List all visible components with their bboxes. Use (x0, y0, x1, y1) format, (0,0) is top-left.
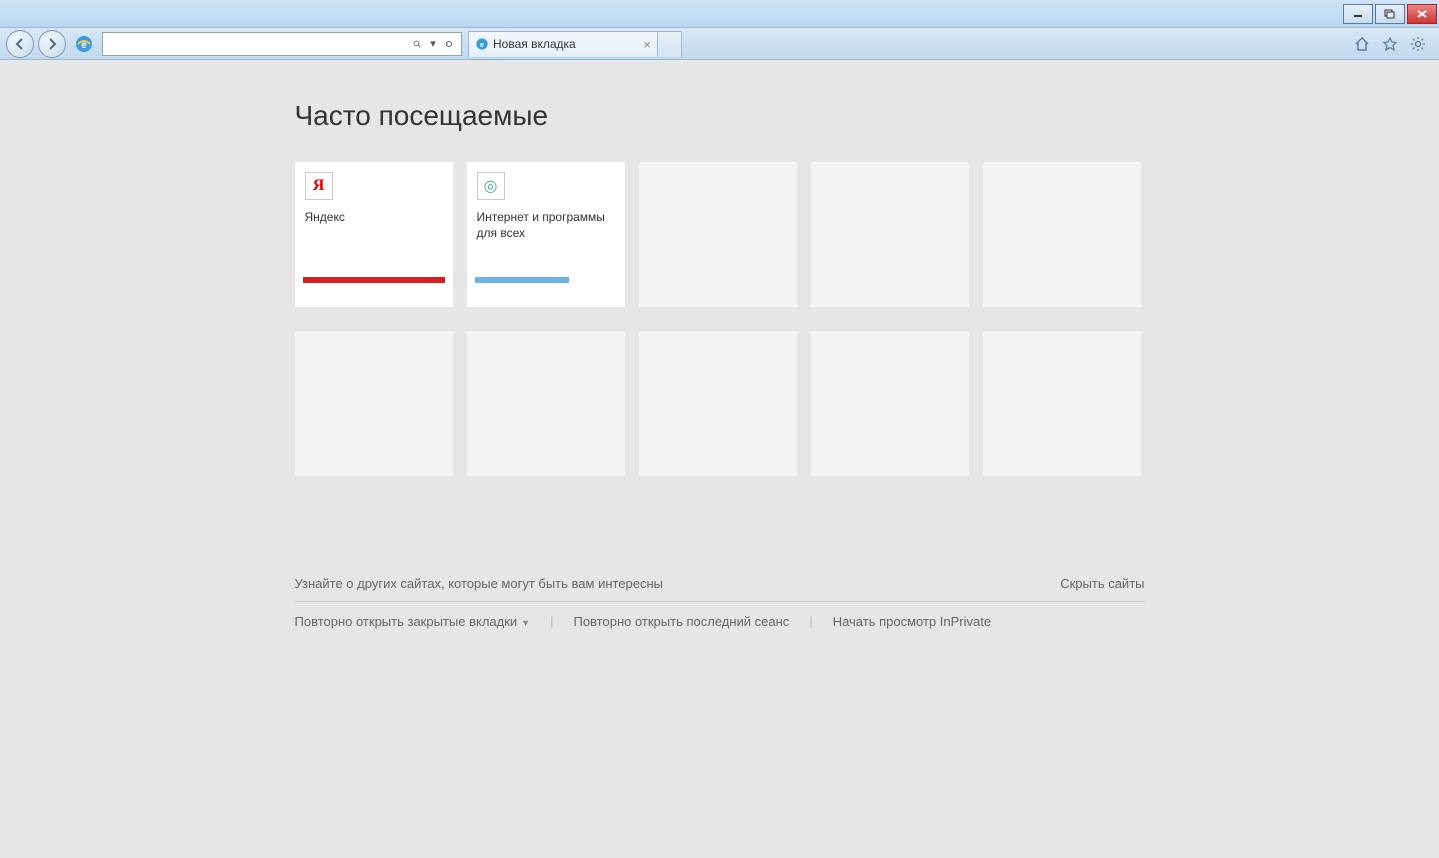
site-tile-empty[interactable] (811, 331, 969, 476)
ie-logo-icon: e (74, 34, 94, 54)
site-tile-empty[interactable] (983, 162, 1141, 307)
back-button[interactable] (6, 30, 34, 58)
site-tile-icon: ◎ (477, 172, 505, 200)
dropdown-icon[interactable]: ▾ (425, 37, 441, 50)
start-inprivate-link[interactable]: Начать просмотр InPrivate (833, 614, 1011, 629)
search-icon[interactable] (409, 38, 425, 50)
refresh-icon[interactable] (441, 38, 457, 50)
tab-strip: e Новая вкладка × (468, 31, 682, 57)
site-tile-accent (475, 277, 570, 283)
forward-button[interactable] (38, 30, 66, 58)
site-tile-empty[interactable] (295, 331, 453, 476)
ie-tab-icon: e (475, 37, 489, 51)
site-tile-title: Яндекс (295, 206, 453, 230)
discover-sites-link[interactable]: Узнайте о других сайтах, которые могут б… (295, 576, 664, 591)
svg-text:e: e (480, 42, 484, 49)
site-tile-empty[interactable] (639, 162, 797, 307)
tab-title: Новая вкладка (493, 37, 576, 51)
footer-area: Узнайте о других сайтах, которые могут б… (295, 576, 1145, 629)
tab-close-icon[interactable]: × (643, 37, 651, 52)
maximize-button[interactable] (1375, 4, 1405, 24)
site-tile-icon: Я (305, 172, 333, 200)
minimize-button[interactable] (1343, 4, 1373, 24)
site-tile[interactable]: ◎ Интернет и программы для всех (467, 162, 625, 307)
site-tile-empty[interactable] (639, 331, 797, 476)
site-tile-empty[interactable] (467, 331, 625, 476)
window-titlebar (0, 0, 1439, 28)
toolbar-right (1353, 35, 1433, 53)
new-tab-button[interactable] (658, 31, 682, 57)
address-bar[interactable]: ▾ (102, 32, 462, 56)
address-input[interactable] (107, 33, 409, 55)
home-icon[interactable] (1353, 35, 1371, 53)
site-tile-title: Интернет и программы для всех (467, 206, 625, 245)
frequent-sites-grid: Я Яндекс ◎ Интернет и программы для всех (295, 162, 1145, 476)
tab[interactable]: e Новая вкладка × (468, 31, 658, 57)
browser-toolbar: e ▾ e Новая вкладка × (0, 28, 1439, 60)
settings-icon[interactable] (1409, 35, 1427, 53)
reopen-closed-tabs-link[interactable]: Повторно открыть закрытые вкладки▼ (295, 614, 551, 629)
reopen-last-session-link[interactable]: Повторно открыть последний сеанс (573, 614, 809, 629)
site-tile[interactable]: Я Яндекс (295, 162, 453, 307)
page-heading: Часто посещаемые (295, 100, 1145, 132)
site-tile-empty[interactable] (983, 331, 1141, 476)
site-tile-empty[interactable] (811, 162, 969, 307)
hide-sites-link[interactable]: Скрыть сайты (1060, 576, 1144, 591)
window-controls (1343, 4, 1437, 24)
favorites-icon[interactable] (1381, 35, 1399, 53)
close-button[interactable] (1407, 4, 1437, 24)
separator: | (809, 614, 832, 629)
site-tile-accent (303, 277, 445, 283)
chevron-down-icon: ▼ (521, 618, 530, 628)
new-tab-page: Часто посещаемые Я Яндекс ◎ Интернет и п… (0, 60, 1439, 858)
separator: | (550, 614, 573, 629)
svg-text:e: e (81, 40, 87, 51)
